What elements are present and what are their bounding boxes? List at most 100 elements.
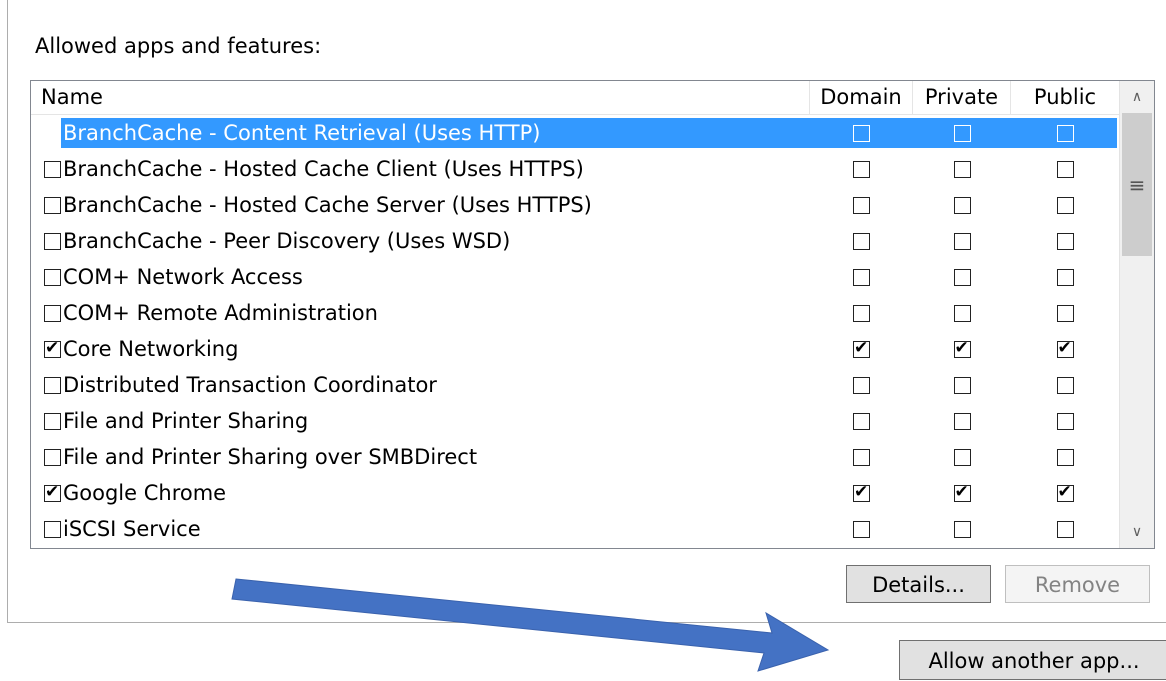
domain-checkbox[interactable] <box>853 412 870 430</box>
grip-lines-icon: ≡ <box>1128 172 1146 197</box>
private-checkbox[interactable] <box>953 520 971 538</box>
list-item[interactable]: Core Networking <box>31 331 1119 367</box>
domain-checkbox[interactable] <box>853 376 870 394</box>
domain-cell <box>810 475 913 511</box>
list-item[interactable]: BranchCache - Hosted Cache Server (Uses … <box>31 187 1119 223</box>
public-cell <box>1011 151 1119 187</box>
app-name-cell: BranchCache - Hosted Cache Client (Uses … <box>44 151 588 187</box>
chevron-down-icon[interactable]: ∨ <box>1120 516 1154 548</box>
private-checkbox[interactable] <box>953 160 971 178</box>
private-cell <box>913 331 1011 367</box>
app-enabled-checkbox[interactable] <box>44 520 61 538</box>
list-item[interactable]: iSCSI Service <box>31 511 1119 547</box>
list-item[interactable]: BranchCache - Peer Discovery (Uses WSD) <box>31 223 1119 259</box>
public-checkbox[interactable] <box>1056 337 1074 359</box>
app-name-label: File and Printer Sharing over SMBDirect <box>63 445 478 469</box>
domain-checkbox[interactable] <box>853 232 870 250</box>
private-cell <box>913 115 1011 151</box>
public-checkbox[interactable] <box>1056 376 1074 394</box>
private-checkbox[interactable] <box>953 124 971 142</box>
domain-checkbox[interactable] <box>853 304 870 322</box>
column-header-domain[interactable]: Domain <box>810 81 913 114</box>
app-name-cell: COM+ Network Access <box>44 259 307 295</box>
public-cell <box>1011 439 1119 475</box>
remove-button[interactable]: Remove <box>1005 565 1150 603</box>
app-enabled-checkbox[interactable] <box>44 448 61 466</box>
domain-checkbox[interactable] <box>853 448 870 466</box>
public-checkbox[interactable] <box>1056 304 1074 322</box>
list-item[interactable]: Google Chrome <box>31 475 1119 511</box>
public-checkbox[interactable] <box>1056 196 1074 214</box>
list-item[interactable]: File and Printer Sharing over SMBDirect <box>31 439 1119 475</box>
public-checkbox[interactable] <box>1056 124 1074 142</box>
app-name-cell: iSCSI Service <box>44 511 205 547</box>
private-checkbox[interactable] <box>953 448 971 466</box>
list-header: Name Domain Private Public <box>31 81 1119 115</box>
private-checkbox[interactable] <box>953 196 971 214</box>
list-item[interactable]: BranchCache - Hosted Cache Client (Uses … <box>31 151 1119 187</box>
list-item[interactable]: COM+ Remote Administration <box>31 295 1119 331</box>
list-item[interactable]: COM+ Network Access <box>31 259 1119 295</box>
public-checkbox[interactable] <box>1056 160 1074 178</box>
app-enabled-checkbox[interactable] <box>44 376 61 394</box>
allow-another-app-button[interactable]: Allow another app... <box>899 640 1166 680</box>
public-cell <box>1011 475 1119 511</box>
app-name-label: BranchCache - Hosted Cache Server (Uses … <box>63 193 592 217</box>
public-checkbox[interactable] <box>1056 268 1074 286</box>
scrollbar-thumb[interactable]: ≡ <box>1122 113 1152 256</box>
details-button[interactable]: Details... <box>846 565 991 603</box>
app-enabled-checkbox[interactable] <box>44 196 61 214</box>
private-checkbox[interactable] <box>953 268 971 286</box>
public-checkbox[interactable] <box>1056 232 1074 250</box>
private-checkbox[interactable] <box>953 337 971 359</box>
list-item[interactable]: File and Printer Sharing <box>31 403 1119 439</box>
app-enabled-checkbox[interactable] <box>44 124 61 142</box>
vertical-scrollbar[interactable]: ∧ ≡ ∨ <box>1119 81 1154 548</box>
allowed-apps-list[interactable]: Name Domain Private Public BranchCache -… <box>30 80 1155 549</box>
private-checkbox[interactable] <box>953 481 971 503</box>
domain-checkbox[interactable] <box>853 268 870 286</box>
app-name-cell: BranchCache - Peer Discovery (Uses WSD) <box>44 223 514 259</box>
public-cell <box>1011 259 1119 295</box>
app-enabled-checkbox[interactable] <box>44 337 61 359</box>
app-enabled-checkbox[interactable] <box>44 232 61 250</box>
public-cell <box>1011 331 1119 367</box>
domain-checkbox[interactable] <box>853 481 870 503</box>
private-cell <box>913 367 1011 403</box>
chevron-up-icon[interactable]: ∧ <box>1120 81 1154 113</box>
app-name-cell: File and Printer Sharing over SMBDirect <box>44 439 481 475</box>
private-cell <box>913 187 1011 223</box>
app-enabled-checkbox[interactable] <box>44 412 61 430</box>
app-enabled-checkbox[interactable] <box>44 481 61 503</box>
public-checkbox[interactable] <box>1056 520 1074 538</box>
app-enabled-checkbox[interactable] <box>44 268 61 286</box>
list-item[interactable]: BranchCache - Content Retrieval (Uses HT… <box>31 115 1119 151</box>
domain-checkbox[interactable] <box>853 337 870 359</box>
app-name-label: Core Networking <box>63 337 239 361</box>
column-header-private[interactable]: Private <box>913 81 1011 114</box>
app-enabled-checkbox[interactable] <box>44 160 61 178</box>
domain-cell <box>810 439 913 475</box>
app-name-cell: Google Chrome <box>44 475 230 511</box>
list-item[interactable]: Distributed Transaction Coordinator <box>31 367 1119 403</box>
public-checkbox[interactable] <box>1056 412 1074 430</box>
domain-checkbox[interactable] <box>853 160 870 178</box>
private-checkbox[interactable] <box>953 376 971 394</box>
private-checkbox[interactable] <box>953 304 971 322</box>
domain-cell <box>810 223 913 259</box>
column-header-public[interactable]: Public <box>1011 81 1119 114</box>
domain-cell <box>810 151 913 187</box>
public-cell <box>1011 403 1119 439</box>
public-checkbox[interactable] <box>1056 481 1074 503</box>
private-checkbox[interactable] <box>953 232 971 250</box>
app-name-label: iSCSI Service <box>63 517 201 541</box>
app-enabled-checkbox[interactable] <box>44 304 61 322</box>
domain-checkbox[interactable] <box>853 124 870 142</box>
domain-checkbox[interactable] <box>853 196 870 214</box>
app-name-cell: File and Printer Sharing <box>44 403 312 439</box>
public-cell <box>1011 187 1119 223</box>
public-checkbox[interactable] <box>1056 448 1074 466</box>
column-header-name[interactable]: Name <box>31 81 810 114</box>
domain-checkbox[interactable] <box>853 520 870 538</box>
private-checkbox[interactable] <box>953 412 971 430</box>
